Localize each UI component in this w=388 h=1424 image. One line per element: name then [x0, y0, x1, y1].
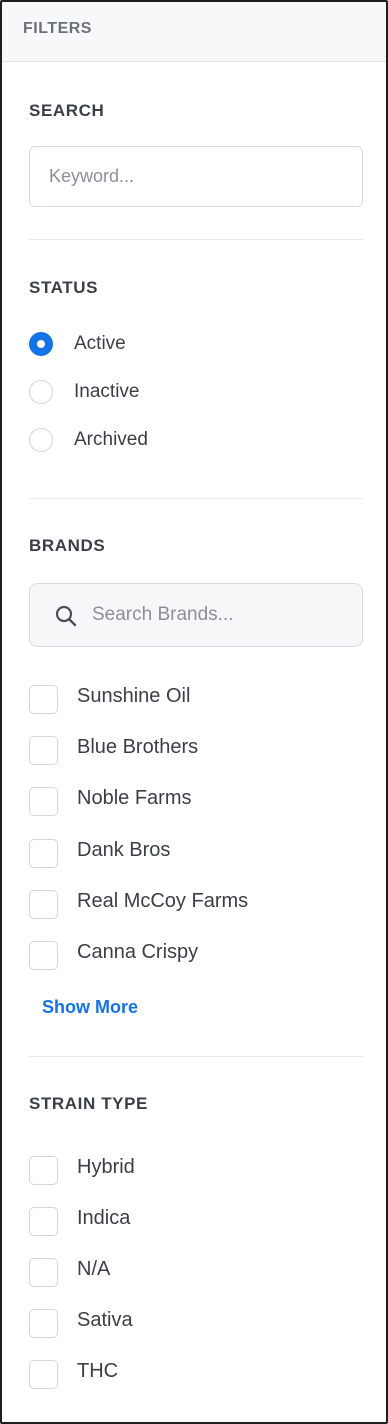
status-section-title: STATUS: [29, 278, 99, 297]
checkbox[interactable]: [29, 1360, 58, 1389]
checkbox[interactable]: [29, 736, 58, 765]
brand-item-blue-brothers[interactable]: Blue Brothers: [29, 733, 349, 765]
filters-title: FILTERS: [23, 20, 92, 37]
checkbox[interactable]: [29, 1309, 58, 1338]
strain-label: Hybrid: [77, 1156, 135, 1178]
brand-search-field[interactable]: [29, 583, 363, 647]
strain-label: N/A: [77, 1258, 111, 1280]
brand-item-sunshine-oil[interactable]: Sunshine Oil: [29, 682, 349, 714]
status-option-label: Active: [74, 333, 126, 354]
checkbox[interactable]: [29, 1156, 58, 1185]
strain-item-indica[interactable]: Indica: [29, 1204, 349, 1236]
section-divider: [29, 498, 363, 499]
section-divider: [29, 1056, 363, 1057]
strain-item-sativa[interactable]: Sativa: [29, 1306, 349, 1338]
status-option-active[interactable]: Active: [29, 329, 229, 359]
radio-inactive[interactable]: [29, 380, 53, 404]
checkbox[interactable]: [29, 685, 58, 714]
search-icon: [55, 605, 77, 627]
brand-search-input[interactable]: [92, 584, 352, 646]
show-more-link[interactable]: Show More: [42, 997, 138, 1018]
brand-label: Sunshine Oil: [77, 685, 191, 707]
brand-item-noble-farms[interactable]: Noble Farms: [29, 784, 349, 816]
checkbox[interactable]: [29, 1258, 58, 1287]
brand-label: Canna Crispy: [77, 941, 199, 963]
filters-header: FILTERS: [2, 2, 386, 62]
brand-item-canna-crispy[interactable]: Canna Crispy: [29, 938, 349, 970]
checkbox[interactable]: [29, 787, 58, 816]
checkbox[interactable]: [29, 839, 58, 868]
status-option-inactive[interactable]: Inactive: [29, 377, 229, 407]
checkbox[interactable]: [29, 890, 58, 919]
status-option-label: Archived: [74, 429, 148, 450]
keyword-input[interactable]: [30, 147, 362, 206]
brand-label: Dank Bros: [77, 839, 171, 861]
strain-label: THC: [77, 1360, 119, 1382]
brand-label: Noble Farms: [77, 787, 192, 809]
search-section-title: SEARCH: [29, 101, 105, 120]
strain-item-hybrid[interactable]: Hybrid: [29, 1153, 349, 1185]
strain-item-thc[interactable]: THC: [29, 1357, 349, 1389]
status-option-archived[interactable]: Archived: [29, 425, 229, 455]
radio-active[interactable]: [29, 332, 53, 356]
checkbox[interactable]: [29, 1207, 58, 1236]
strain-label: Indica: [77, 1207, 131, 1229]
strain-label: Sativa: [77, 1309, 133, 1331]
brand-label: Blue Brothers: [77, 736, 199, 758]
radio-archived[interactable]: [29, 428, 53, 452]
checkbox[interactable]: [29, 941, 58, 970]
brand-item-real-mccoy-farms[interactable]: Real McCoy Farms: [29, 887, 349, 919]
strain-item-na[interactable]: N/A: [29, 1255, 349, 1287]
strain-type-section-title: STRAIN TYPE: [29, 1094, 149, 1113]
status-option-label: Inactive: [74, 381, 140, 402]
section-divider: [29, 239, 363, 240]
brand-label: Real McCoy Farms: [77, 890, 249, 912]
brand-item-dank-bros[interactable]: Dank Bros: [29, 836, 349, 868]
brands-section-title: BRANDS: [29, 536, 106, 555]
keyword-search-field[interactable]: [29, 146, 363, 207]
filters-panel: FILTERS SEARCH STATUS Active Inactive Ar…: [0, 0, 388, 1424]
